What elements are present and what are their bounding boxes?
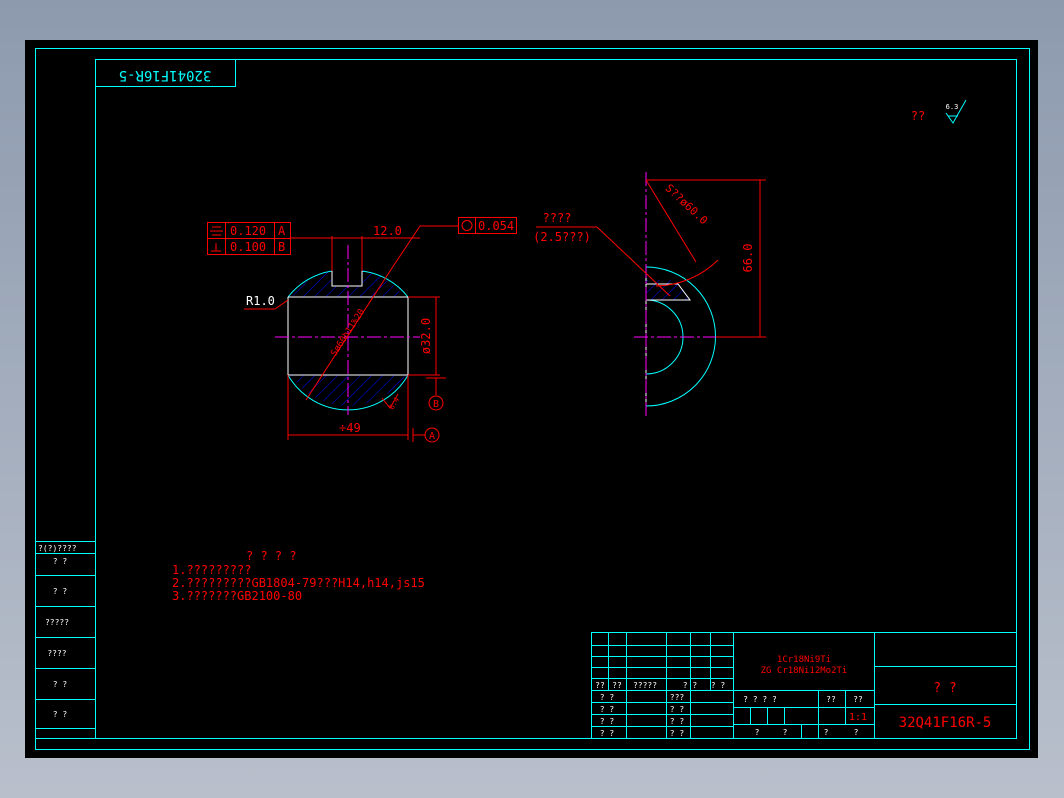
stage-label: ? ? ? ? [743,695,777,704]
dim-66: 66.0 [741,244,755,273]
sig-row: ? ? [600,729,615,738]
left-column-row: ???? [47,649,66,658]
left-column-row: ????? [45,618,69,627]
gdt-row1-value: 0.120 [230,224,266,238]
upside-drawing-code: 32041F16R-5 [119,67,212,83]
note-bottom: (2.5???) [533,230,591,244]
sig-header: ????? [633,681,657,690]
dim-width: ÷49 [339,421,361,435]
left-column-header: ?(?)???? [38,544,77,553]
datum-a-label: A [429,431,435,442]
part-name: ? ? [933,681,956,696]
roughness-label: ?? [911,109,925,123]
dim-height: ø32.0 [419,318,433,354]
bottom-cell: ? [824,728,829,737]
sig-header: ? ? [683,681,698,690]
left-column-row: ? ? [53,710,68,719]
scale-value: 1:1 [849,712,867,723]
gdt-row2-value: 0.100 [230,240,266,254]
left-column-row: ? ? [53,680,68,689]
notes-title: ? ? ? ? [246,549,297,563]
notes-line: 3.???????GB2100-80 [172,589,302,603]
gdt-circularity-value: 0.054 [478,219,514,233]
drawing-canvas: ?(?)???? ? ? ? ? ????? ???? ? ? ? ? 3204… [25,40,1038,758]
sig-row-mid: ? ? [670,717,685,726]
sig-row-mid: ? ? [670,729,685,738]
notes-line: 2.?????????GB1804-79???H14,h14,js15 [172,576,425,590]
part-code: 32Q41F16R-5 [899,715,992,731]
gdt-row2-datum: B [278,240,285,254]
sig-row: ? ? [600,693,615,702]
drawing-sheet [25,40,1038,758]
datum-b-label: B [433,399,439,410]
note-top: ???? [543,211,572,225]
left-column-row: ? ? [53,557,68,566]
dim-key-width: 12.0 [373,224,402,238]
weight-label: ?? [826,695,836,704]
sig-row: ? ? [600,717,615,726]
gdt-row1-datum: A [278,224,286,238]
bottom-cell: ? [755,728,760,737]
bottom-cell: ? [783,728,788,737]
sig-header: ?? [595,681,605,690]
bottom-cell: ? [854,728,859,737]
sig-header: ?? [612,681,622,690]
sig-row-mid: ??? [670,693,685,702]
roughness-value: 6.3 [946,103,959,111]
sig-header: ? ? [711,681,726,690]
sig-row: ? ? [600,705,615,714]
sig-row-mid: ? ? [670,705,685,714]
scale-label: ?? [853,695,863,704]
left-column-row: ? ? [53,587,68,596]
material-1: 1Cr18Ni9Ti [777,655,831,665]
dim-radius: R1.0 [246,294,275,308]
material-2: ZG Cr18Ni12Mo2Ti [761,666,848,676]
notes-line: 1.????????? [172,563,251,577]
